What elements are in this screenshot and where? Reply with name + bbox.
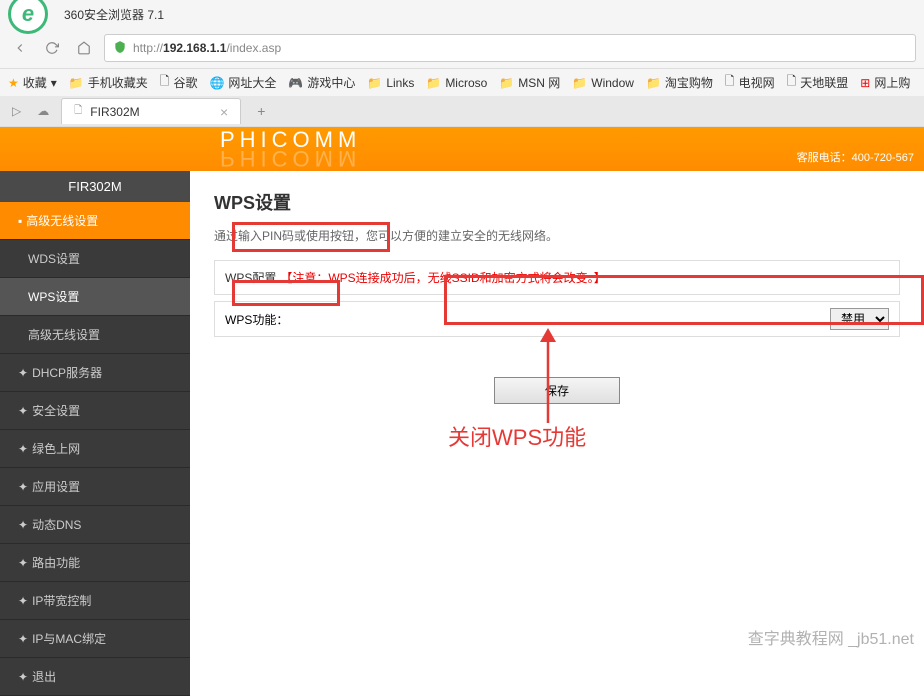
page-title: WPS设置: [214, 189, 900, 215]
sidebar-item-ddns[interactable]: ✦动态DNS: [0, 506, 190, 544]
annotation-text: 关闭WPS功能: [448, 420, 586, 452]
folder-icon: 📁: [69, 76, 84, 90]
tab-restore-button[interactable]: ☁: [33, 100, 53, 122]
page-desc: 通过输入PIN码或使用按钮，您可以方便的建立安全的无线网络。: [214, 227, 900, 244]
sidebar-item-routing[interactable]: ✦路由功能: [0, 544, 190, 582]
bookmark-microso[interactable]: 📁Microso: [426, 76, 487, 90]
sidebar-title: FIR302M: [0, 171, 190, 202]
bookmark-tv[interactable]: 🗋电视网: [725, 72, 775, 93]
folder-icon: 📁: [499, 76, 514, 90]
sidebar-item-green[interactable]: ✦绿色上网: [0, 430, 190, 468]
favorites-button[interactable]: ★ 收藏 ▾: [8, 74, 57, 91]
wps-function-row: WPS功能： 禁用: [214, 301, 900, 337]
nav-bar: http://192.168.1.1/index.asp: [0, 28, 924, 68]
sidebar-item-adv-wireless[interactable]: 高级无线设置: [0, 316, 190, 354]
refresh-button[interactable]: [40, 36, 64, 60]
bookmark-msn[interactable]: 📁MSN 网: [499, 74, 560, 91]
config-warning-row: WPS配置 【注意：WPS连接成功后，无线SSID和加密方式将会改变。】: [214, 260, 900, 295]
star-icon: ★: [8, 76, 19, 90]
sidebar-item-app[interactable]: ✦应用设置: [0, 468, 190, 506]
wps-select[interactable]: 禁用: [830, 308, 889, 330]
bookmark-bar: ★ 收藏 ▾ 📁手机收藏夹 🗋谷歌 🌐网址大全 🎮游戏中心 📁Links 📁Mi…: [0, 68, 924, 96]
bookmark-google[interactable]: 🗋谷歌: [160, 72, 198, 93]
folder-icon: 📁: [367, 76, 382, 90]
router-header: PHICOMM PHICOMM 客服电话：400-720-567: [0, 127, 924, 171]
url-prefix: http://: [133, 41, 163, 55]
sidebar-item-security[interactable]: ✦安全设置: [0, 392, 190, 430]
wps-label: WPS功能：: [225, 311, 288, 328]
page-icon: 🗋: [160, 72, 170, 93]
new-tab-button[interactable]: +: [249, 99, 273, 123]
config-warning: 【注意：WPS连接成功后，无线SSID和加密方式将会改变。】: [280, 269, 605, 286]
config-label: WPS配置: [225, 269, 276, 286]
watermark: 查字典教程网 _jb51.net: [748, 625, 914, 649]
tab-active[interactable]: 🗋 FIR302M ×: [61, 98, 241, 124]
folder-icon: 📁: [572, 76, 587, 90]
sidebar: FIR302M ▪高级无线设置 WDS设置 WPS设置 高级无线设置 ✦DHCP…: [0, 171, 190, 696]
bookmark-taobao[interactable]: 📁淘宝购物: [646, 74, 713, 91]
browser-chrome: e 360安全浏览器 7.1 http://192.168.1.1/index.…: [0, 0, 924, 127]
grid-icon: ⊞: [860, 76, 870, 90]
url-ip: 192.168.1.1: [163, 41, 226, 55]
sidebar-item-dhcp[interactable]: ✦DHCP服务器: [0, 354, 190, 392]
sidebar-item-bandwidth[interactable]: ✦IP带宽控制: [0, 582, 190, 620]
folder-icon: 📁: [646, 76, 661, 90]
gamepad-icon: 🎮: [288, 76, 303, 90]
tab-title: FIR302M: [90, 105, 212, 119]
save-button[interactable]: 保存: [494, 377, 620, 404]
url-path: /index.asp: [226, 41, 281, 55]
page-icon: 🗋: [787, 72, 797, 93]
tab-bar: ▷ ☁ 🗋 FIR302M × +: [0, 96, 924, 126]
page-icon: 🗋: [725, 72, 735, 93]
page-icon: 🗋: [74, 103, 82, 120]
router-page: PHICOMM PHICOMM 客服电话：400-720-567 FIR302M…: [0, 127, 924, 652]
phicomm-logo: PHICOMM PHICOMM: [220, 127, 361, 171]
bookmark-links[interactable]: 📁Links: [367, 76, 414, 90]
globe-icon: 🌐: [209, 76, 224, 90]
bookmark-tiandi[interactable]: 🗋天地联盟: [787, 72, 849, 93]
sidebar-item-ipmac[interactable]: ✦IP与MAC绑定: [0, 620, 190, 658]
sidebar-item-logout[interactable]: ✦退出: [0, 658, 190, 696]
home-button[interactable]: [72, 36, 96, 60]
title-bar: e 360安全浏览器 7.1: [0, 0, 924, 28]
sidebar-item-wps[interactable]: WPS设置: [0, 278, 190, 316]
sidebar-item-wireless-advanced[interactable]: ▪高级无线设置: [0, 202, 190, 240]
shield-icon: [113, 40, 127, 57]
back-button[interactable]: [8, 36, 32, 60]
support-phone: 客服电话：400-720-567: [797, 149, 914, 165]
bookmark-sites[interactable]: 🌐网址大全: [209, 74, 276, 91]
bookmark-games[interactable]: 🎮游戏中心: [288, 74, 355, 91]
bookmark-mobile[interactable]: 📁手机收藏夹: [69, 74, 148, 91]
tab-history-button[interactable]: ▷: [8, 100, 25, 122]
url-bar[interactable]: http://192.168.1.1/index.asp: [104, 34, 916, 62]
close-icon[interactable]: ×: [220, 104, 228, 120]
sidebar-item-wds[interactable]: WDS设置: [0, 240, 190, 278]
bookmark-window[interactable]: 📁Window: [572, 76, 634, 90]
folder-icon: 📁: [426, 76, 441, 90]
bookmark-shop[interactable]: ⊞网上购: [860, 74, 910, 91]
browser-title: 360安全浏览器 7.1: [64, 6, 164, 23]
